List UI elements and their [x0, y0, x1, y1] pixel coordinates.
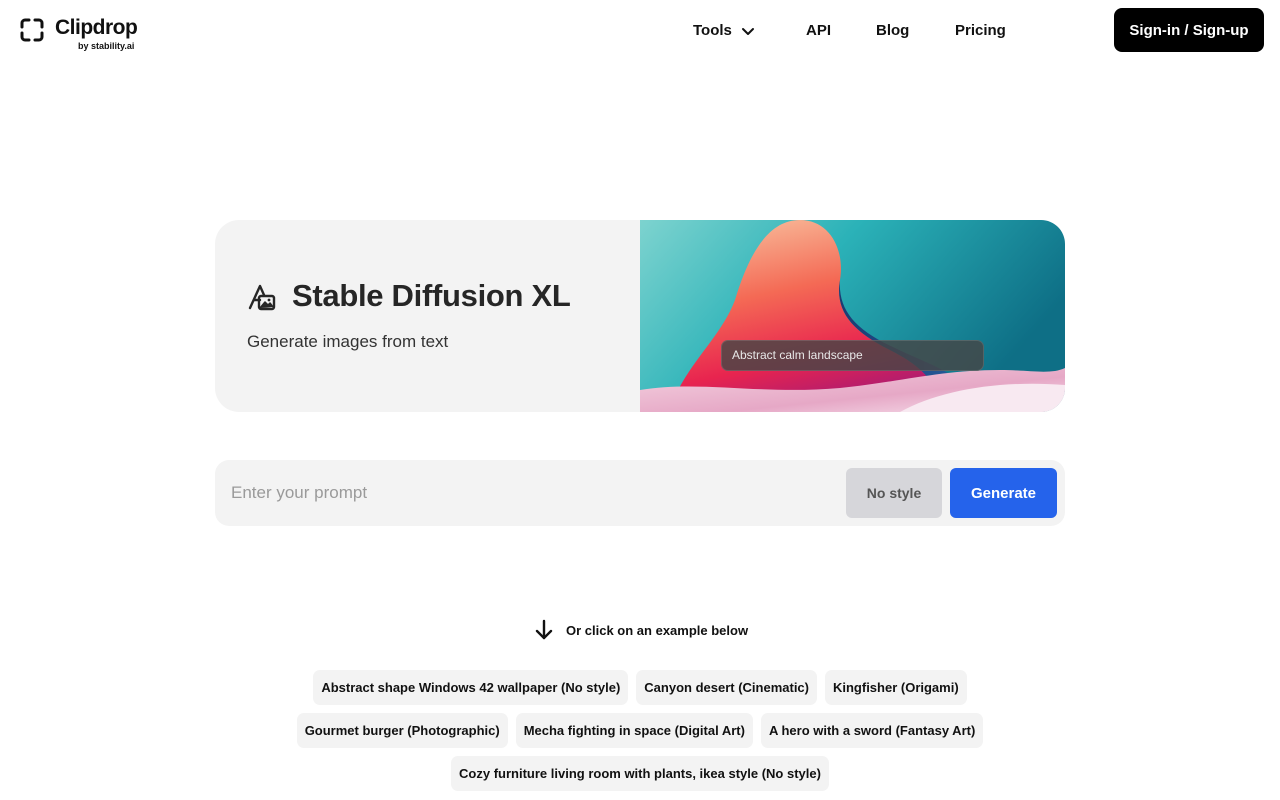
arrow-down-icon	[535, 619, 553, 640]
nav-blog[interactable]: Blog	[876, 22, 909, 39]
examples-hint-text: Or click on an example below	[566, 622, 749, 638]
example-chip[interactable]: Abstract shape Windows 42 wallpaper (No …	[313, 670, 629, 705]
example-chip[interactable]: Kingfisher (Origami)	[824, 670, 967, 705]
examples-hint: Or click on an example below	[534, 619, 748, 641]
clipdrop-logo-icon	[20, 18, 44, 42]
prompt-input[interactable]	[215, 460, 835, 526]
prompt-bar: No style Generate	[215, 460, 1065, 526]
nav-api[interactable]: API	[806, 22, 831, 39]
hero-sample-image: Abstract calm landscape	[640, 220, 1065, 412]
image-generate-icon	[248, 284, 276, 311]
logo-wordmark: Clipdrop	[55, 16, 138, 39]
style-select-button[interactable]: No style	[846, 468, 942, 518]
example-chip[interactable]: Mecha fighting in space (Digital Art)	[515, 713, 753, 748]
clipdrop-logo[interactable]: Clipdrop by stability.ai	[20, 16, 150, 54]
top-header: Clipdrop by stability.ai Tools API Blog …	[0, 0, 1280, 64]
signin-button[interactable]: Sign-in / Sign-up	[1114, 8, 1264, 52]
chevron-down-icon	[741, 27, 754, 35]
example-chip[interactable]: A hero with a sword (Fantasy Art)	[760, 713, 984, 748]
example-row: Cozy furniture living room with plants, …	[0, 756, 1280, 791]
example-chip[interactable]: Gourmet burger (Photographic)	[296, 713, 508, 748]
nav-tools[interactable]: Tools	[693, 22, 756, 39]
page-subtitle: Generate images from text	[247, 332, 449, 351]
nav-pricing[interactable]: Pricing	[955, 22, 1006, 39]
example-chip[interactable]: Cozy furniture living room with plants, …	[451, 756, 829, 791]
example-row: Gourmet burger (Photographic) Mecha figh…	[0, 713, 1280, 748]
logo-subtitle: by stability.ai	[78, 41, 135, 51]
tool-hero-card: Stable Diffusion XL Generate images from…	[215, 220, 1065, 412]
nav-tools-label: Tools	[693, 22, 732, 39]
page-title: Stable Diffusion XL	[292, 278, 571, 313]
example-row: Abstract shape Windows 42 wallpaper (No …	[0, 670, 1280, 705]
hero-sample-prompt: Abstract calm landscape	[721, 340, 984, 371]
generate-button[interactable]: Generate	[950, 468, 1057, 518]
example-chip[interactable]: Canyon desert (Cinematic)	[636, 670, 817, 705]
